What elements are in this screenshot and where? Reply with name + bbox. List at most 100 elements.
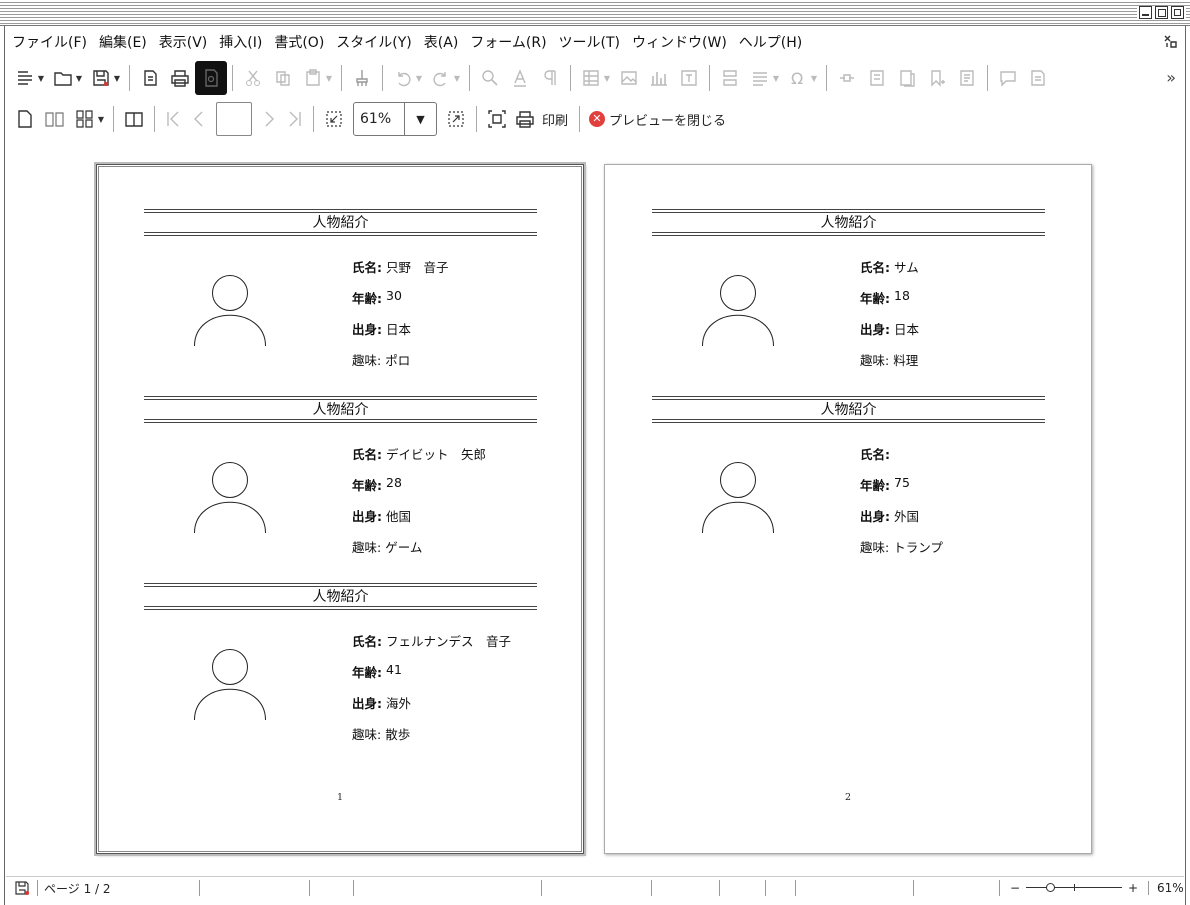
menu-view[interactable]: 表示(V) (153, 32, 214, 52)
export-pdf-icon[interactable] (135, 63, 165, 93)
insert-footnote-icon[interactable] (862, 63, 892, 93)
profile-card: 人物紹介 氏名: フェルナンデス 音子 年齢: 41 出身: 海外 趣味: 散歩 (144, 583, 537, 770)
zoom-slider-track[interactable] (1026, 883, 1122, 892)
profile-fields: 氏名: サム 年齢: 18 出身: 日本 趣味: 料理 (860, 257, 919, 381)
clone-formatting-icon[interactable] (347, 63, 377, 93)
zoom-dropdown-icon[interactable]: ▼ (404, 103, 436, 135)
page-count-status[interactable]: ページ 1 / 2 (38, 879, 200, 896)
insert-field-icon[interactable] (745, 63, 775, 93)
full-screen-icon[interactable] (482, 104, 512, 134)
first-page-icon[interactable] (160, 104, 186, 134)
menu-file[interactable]: ファイル(F) (6, 32, 93, 52)
page-2[interactable]: 人物紹介 氏名: サム 年齢: 18 出身: 日本 趣味: 料理 人物紹介 氏名: (604, 164, 1092, 854)
insert-endnote-icon[interactable] (892, 63, 922, 93)
zoom-in-icon[interactable] (441, 104, 471, 134)
insert-mode-status[interactable] (542, 879, 652, 896)
minimize-button[interactable] (1139, 6, 1152, 19)
page-style-status[interactable] (310, 879, 354, 896)
two-pages-view-icon[interactable] (40, 104, 70, 134)
menu-tools[interactable]: ツール(T) (553, 32, 626, 52)
find-replace-icon[interactable] (475, 63, 505, 93)
age-row: 年齢: 41 (352, 662, 511, 693)
zoom-percent-status[interactable]: 61% (1148, 880, 1184, 895)
close-window-button[interactable] (1171, 6, 1184, 19)
insert-cross-reference-icon[interactable] (952, 63, 982, 93)
insert-bookmark-icon[interactable] (922, 63, 952, 93)
menu-table[interactable]: 表(A) (418, 32, 465, 52)
previous-page-icon[interactable] (186, 104, 212, 134)
document-preview-area[interactable]: 人物紹介 氏名:只野 音子 年齢:30 出身:日本 趣味:ポロ 人物紹介 (6, 142, 1184, 875)
word-count-status[interactable] (200, 879, 310, 896)
zoom-out-icon[interactable] (319, 104, 349, 134)
zoom-slider-knob[interactable] (1046, 883, 1056, 892)
menu-insert[interactable]: 挿入(I) (213, 32, 268, 52)
book-preview-icon[interactable] (119, 104, 149, 134)
menu-form[interactable]: フォーム(R) (464, 32, 552, 52)
page-number-input[interactable] (216, 102, 252, 136)
hobby-label: 趣味: (352, 727, 382, 742)
insert-page-break-icon[interactable] (715, 63, 745, 93)
insert-comment-icon[interactable] (993, 63, 1023, 93)
toolbar-separator (476, 106, 477, 132)
digital-signature-status[interactable] (720, 879, 766, 896)
spelling-icon[interactable] (505, 63, 535, 93)
menu-window[interactable]: ウィンドウ(W) (626, 32, 733, 52)
close-preview-button[interactable]: プレビューを閉じる (609, 110, 726, 129)
extensions-icon[interactable] (1162, 33, 1178, 53)
menu-format[interactable]: 書式(O) (268, 32, 330, 52)
redo-icon[interactable] (426, 63, 456, 93)
menu-edit[interactable]: 編集(E) (93, 32, 153, 52)
word-count-extra-status[interactable] (914, 879, 1000, 896)
name-value: デイビット 矢郎 (386, 447, 487, 462)
name-row: 氏名: 只野 音子 (352, 257, 449, 288)
multiple-pages-view-icon[interactable] (70, 104, 100, 134)
more-options-icon[interactable]: » (1166, 68, 1176, 87)
print-icon[interactable] (512, 104, 538, 134)
toolbar-separator (313, 106, 314, 132)
copy-icon[interactable] (268, 63, 298, 93)
next-page-icon[interactable] (256, 104, 282, 134)
object-info-status[interactable] (766, 879, 796, 896)
cut-icon[interactable] (238, 63, 268, 93)
insert-textbox-icon[interactable] (674, 63, 704, 93)
single-page-view-icon[interactable] (10, 104, 40, 134)
selection-mode-status[interactable] (652, 879, 720, 896)
menu-styles[interactable]: スタイル(Y) (330, 32, 417, 52)
page-1[interactable]: 人物紹介 氏名:只野 音子 年齢:30 出身:日本 趣味:ポロ 人物紹介 (96, 164, 584, 854)
close-preview-icon[interactable]: ✕ (589, 111, 606, 127)
insert-table-icon[interactable] (576, 63, 606, 93)
age-label: 年齢: (860, 291, 890, 306)
print-preview-toggle-icon[interactable] (195, 61, 227, 95)
new-document-icon[interactable] (10, 63, 40, 93)
zoom-value[interactable]: 61% (354, 111, 404, 127)
toolbar-separator (129, 65, 130, 91)
toolbar-separator (709, 65, 710, 91)
document-modified-icon[interactable] (6, 879, 38, 896)
zoom-in-slider-icon[interactable]: + (1126, 881, 1140, 895)
undo-icon[interactable] (388, 63, 418, 93)
print-button[interactable]: 印刷 (542, 110, 568, 129)
special-character-icon[interactable]: Ω (783, 63, 813, 93)
zoom-out-slider-icon[interactable]: − (1008, 881, 1022, 895)
name-row: 氏名: (860, 444, 943, 475)
profile-fields: 氏名: 只野 音子 年齢: 30 出身: 日本 趣味: ポロ (352, 257, 449, 381)
insert-chart-icon[interactable] (644, 63, 674, 93)
open-folder-icon[interactable] (48, 63, 78, 93)
zoom-slider[interactable]: − + (1008, 881, 1140, 895)
zoom-combobox[interactable]: 61% ▼ (353, 102, 437, 136)
window-titlebar[interactable] (0, 0, 1190, 26)
name-row: 氏名: サム (860, 257, 919, 288)
insert-hyperlink-icon[interactable] (832, 63, 862, 93)
maximize-button[interactable] (1155, 6, 1168, 19)
paste-icon[interactable] (298, 63, 328, 93)
track-changes-icon[interactable] (1023, 63, 1053, 93)
print-icon[interactable] (165, 63, 195, 93)
insert-image-icon[interactable] (614, 63, 644, 93)
menu-help[interactable]: ヘルプ(H) (733, 32, 808, 52)
view-layout-status[interactable] (796, 879, 914, 896)
save-icon[interactable] (86, 63, 116, 93)
language-status[interactable] (354, 879, 542, 896)
title-rule-bottom (144, 232, 537, 236)
formatting-marks-icon[interactable] (535, 63, 565, 93)
last-page-icon[interactable] (282, 104, 308, 134)
